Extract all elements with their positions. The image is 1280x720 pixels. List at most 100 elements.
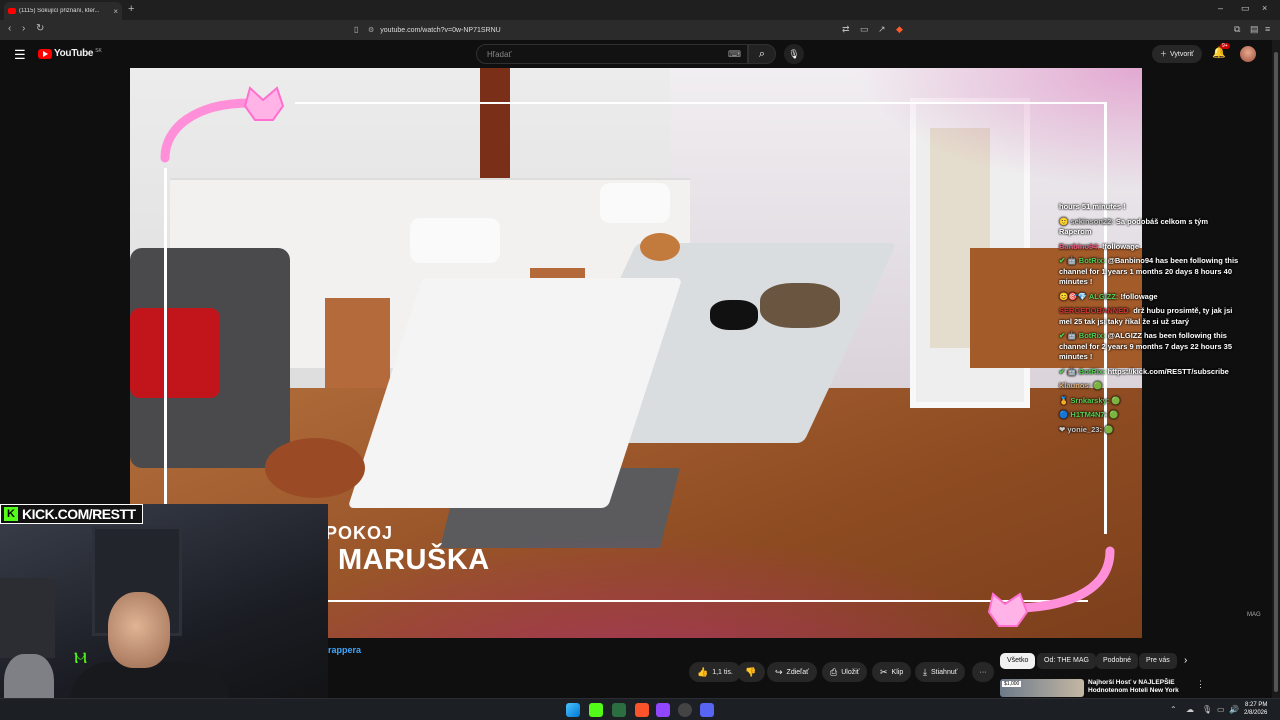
chevron-right-icon[interactable]: › [1184, 655, 1187, 666]
discord-icon[interactable] [700, 703, 714, 717]
more-actions-button[interactable]: ··· [972, 662, 994, 682]
cam-poster [0, 578, 55, 658]
youtube-wordmark: YouTube [54, 48, 94, 59]
keyboard-icon[interactable]: ⌨ [728, 49, 741, 60]
search-box[interactable]: Hľadať ⌨ [476, 44, 748, 64]
avatar[interactable] [1240, 46, 1256, 62]
recommended-video[interactable]: $1,000 Najhorší Hosť v NAJLEPŠIE Hodnote… [1000, 679, 1205, 697]
new-tab-button[interactable]: + [128, 3, 134, 15]
tray-chevron-icon[interactable]: ⌃ [1170, 705, 1177, 714]
reload-icon[interactable]: ↻ [36, 23, 44, 34]
network-icon[interactable]: ▭ [1217, 705, 1225, 714]
chat-text: hours 51 minutes ! [1059, 202, 1126, 211]
chat-message: Klaunos: 🟢 [1059, 381, 1239, 392]
stream-chat: hours 51 minutes ! 🙂 sekinson22: Sa podob… [1059, 202, 1239, 439]
tulip-icon-bottom [987, 546, 1115, 627]
chat-username: ✔ 🤖 BotRix: [1059, 331, 1106, 340]
chip-filter[interactable]: Pre vás [1139, 653, 1177, 669]
share-label: Zdieľať [786, 668, 809, 676]
create-button[interactable]: ＋ Vytvoriť [1152, 45, 1202, 63]
browser-tabbar: (1115) Šokující přiznání, kter... × + – … [0, 0, 1280, 20]
chat-username: 🔵 H1TM4N7: [1059, 410, 1108, 419]
search-button[interactable]: ⌕ [748, 44, 776, 64]
minimize-button[interactable]: – [1218, 3, 1223, 13]
rec-thumbnail[interactable]: $1,000 [1000, 679, 1084, 697]
chat-username: Banbino94: [1059, 241, 1100, 251]
url-field[interactable]: ⚙ youtube.com/watch?v=0w-NP71SRNU [368, 22, 918, 38]
browser-menu-icon[interactable]: ≡ [1265, 24, 1270, 34]
share-icon: ↪ [775, 666, 783, 677]
chat-username: SERGEDOBANNED: [1059, 306, 1132, 315]
dislike-icon: 👎 [745, 666, 757, 677]
windows-taskbar: ⌃ ☁ 🎙 ▭ 🔊 8:27 PM 2/8/2026 [0, 698, 1280, 720]
rec-more-icon[interactable]: ⋮ [1196, 679, 1205, 690]
back-icon[interactable]: ‹ [8, 23, 11, 34]
maximize-button[interactable]: ▭ [1241, 3, 1250, 14]
youtube-logo[interactable]: YouTube SK [38, 48, 102, 59]
download-button[interactable]: ⤓ Stiahnuť [915, 662, 966, 682]
chip-filter[interactable]: Podobné [1096, 653, 1139, 669]
search-placeholder: Hľadať [487, 50, 512, 59]
site-info-icon[interactable]: ⚙ [368, 26, 374, 34]
chat-message: Banbino94: !followage [1059, 242, 1239, 253]
cloud-icon[interactable]: ☁ [1186, 705, 1194, 714]
tab-title: (1115) Šokující přiznání, kter... [19, 8, 100, 14]
taskbar-clock[interactable]: 8:27 PM 2/8/2026 [1244, 701, 1267, 717]
volume-icon[interactable]: 🔊 [1229, 705, 1239, 714]
chat-username: ✔ 🤖 BotRix: [1059, 256, 1106, 265]
url-text: youtube.com/watch?v=0w-NP71SRNU [380, 26, 501, 34]
mic-icon[interactable]: 🎙 [784, 44, 804, 64]
like-count: 1,1 tis. [712, 668, 733, 676]
wallet-icon[interactable]: ▤ [1250, 24, 1259, 35]
chip-filter[interactable]: Všetko [1000, 653, 1036, 669]
brave-shield-icon[interactable]: ◆ [896, 24, 903, 35]
chat-message: SERGEDOBANNED: drž hubu prosimtě, ty jak… [1059, 306, 1239, 327]
tulip-icon [160, 86, 285, 163]
save-label: Uložiť [841, 668, 860, 676]
bookmark-icon[interactable]: ▯ [354, 25, 358, 34]
clip-button[interactable]: ✂ Klip [872, 662, 912, 682]
tab-close-icon[interactable]: × [113, 7, 118, 16]
overlay-room-name: MARUŠKA [338, 544, 490, 576]
chat-message: 🔵 H1TM4N7: 🟢 [1059, 410, 1239, 421]
notification-badge: 9+ [1220, 43, 1230, 49]
share-button[interactable]: ↪ Zdieľať [767, 662, 817, 682]
clock-date: 2/8/2026 [1244, 710, 1268, 716]
github-icon[interactable] [678, 703, 692, 717]
description-link[interactable]: rappera [328, 645, 361, 655]
chat-text: 🟢 [1109, 410, 1119, 419]
page-scrollbar[interactable] [1272, 40, 1280, 698]
twitch-icon[interactable] [656, 703, 670, 717]
translate-icon[interactable]: ⇄ [842, 24, 850, 35]
rec-title[interactable]: Najhorší Hosť v NAJLEPŠIE Hodnotenom Hot… [1088, 679, 1188, 695]
chat-username: 🏅 Srnkarsky: [1059, 395, 1110, 405]
extensions-icon[interactable]: ⧉ [1234, 24, 1240, 35]
cast-icon[interactable]: ▭ [860, 24, 869, 35]
forward-icon[interactable]: › [22, 23, 25, 34]
menu-icon[interactable]: ☰ [14, 47, 26, 63]
search-icon: ⌕ [758, 48, 766, 60]
terminal-icon[interactable] [612, 703, 626, 717]
bell-icon[interactable]: 🔔 9+ [1212, 43, 1230, 59]
kick-url: KICK.COM/RESTT [22, 506, 136, 522]
clip-label: Klip [891, 668, 904, 676]
chip-filter[interactable]: Od: THE MAG [1037, 653, 1096, 669]
overlay-frame-line [328, 600, 1088, 602]
chat-message: ✔ 🤖 BotRix: https://kick.com/RESTT/subsc… [1059, 367, 1239, 378]
chat-message: ✔ 🤖 BotRix: @Banbino94 has been followin… [1059, 256, 1239, 288]
brave-icon[interactable] [635, 703, 649, 717]
kick-app-icon[interactable] [589, 703, 603, 717]
chat-text: 🟢 [1104, 424, 1114, 434]
like-button[interactable]: 👍 1,1 tis. [689, 662, 741, 682]
start-icon[interactable] [566, 703, 580, 717]
browser-tab[interactable]: (1115) Šokující přiznání, kter... × [4, 2, 122, 20]
dislike-button[interactable]: 👎 [737, 662, 765, 682]
mic-tray-icon[interactable]: 🎙 [1202, 705, 1212, 714]
scrollbar-thumb[interactable] [1274, 52, 1278, 692]
chat-username: 😊🎯💎 ALGIZZ: [1059, 291, 1119, 301]
save-button[interactable]: ⎙ Uložiť [822, 662, 868, 682]
close-window-button[interactable]: × [1262, 3, 1267, 13]
chat-text: https://kick.com/RESTT/subscribe [1107, 366, 1229, 376]
share-page-icon[interactable]: ↗ [878, 24, 886, 35]
overlay-room-label: POKOJ [325, 523, 394, 543]
